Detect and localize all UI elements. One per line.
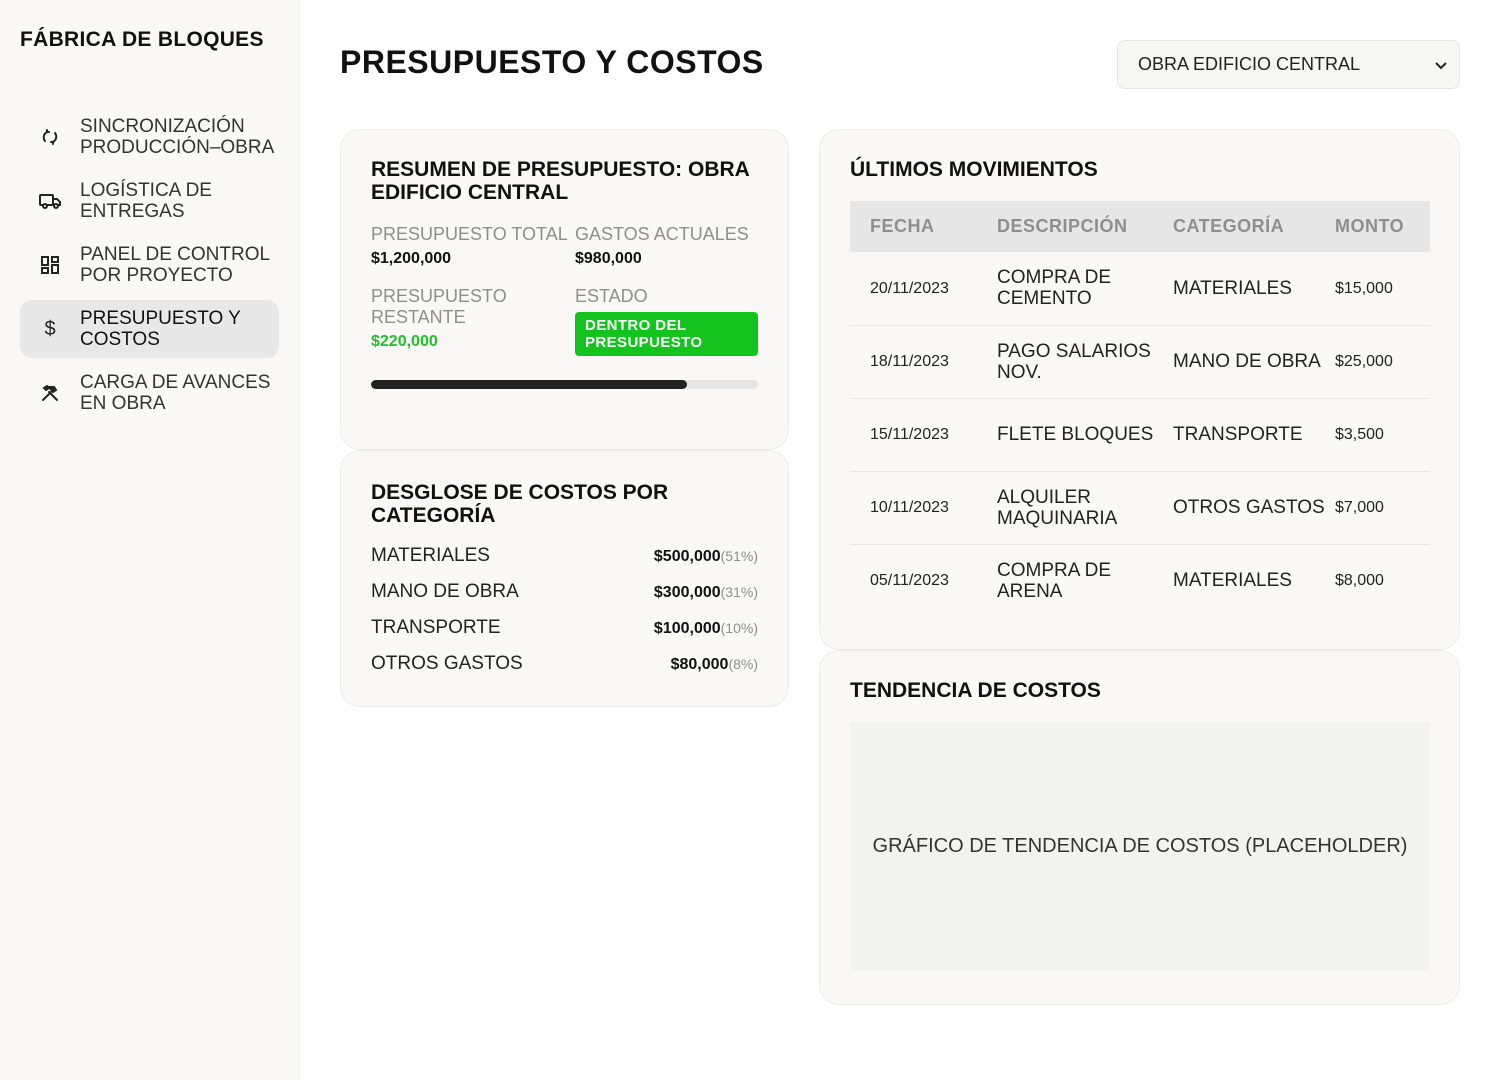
category-amount: $100,000 [653,620,721,637]
table-row: 05/11/2023 COMPRA DE ARENA MATERIALES $8… [850,544,1430,617]
current-spend: GASTOS ACTUALES $980,000 [575,224,758,268]
category-amount: $300,000 [653,584,721,601]
budget-summary-card: RESUMEN DE PRESUPUESTO: OBRA EDIFICIO CE… [340,129,789,450]
total-budget-label: PRESUPUESTO TOTAL [371,224,568,244]
sidebar-nav: SINCRONIZACIÓN PRODUCCIÓN–OBRA LOGÍSTICA… [20,108,279,428]
recent-movements-title: ÚLTIMOS MOVIMIENTOS [850,158,1098,181]
brand-title: FÁBRICA DE BLOQUES [20,28,264,51]
cell-category: TRANSPORTE [1173,398,1335,472]
sidebar-item-sync[interactable]: SINCRONIZACIÓN PRODUCCIÓN–OBRA [20,108,279,166]
category-name: OTROS GASTOS [371,653,523,674]
cell-description: COMPRA DE CEMENTO [997,252,1173,326]
budget-status: ESTADO DENTRO DEL PRESUPUESTO [575,286,758,356]
cell-amount: $3,500 [1335,398,1430,472]
cost-trend-card: TENDENCIA DE COSTOS GRÁFICO DE TENDENCIA… [819,650,1460,1005]
dollar-icon: $ [44,317,56,340]
column-header-category: CATEGORÍA [1173,201,1335,252]
column-header-date: FECHA [850,201,997,252]
dashboard-icon [20,255,80,275]
list-item: OTROS GASTOS $80,000(8%) [371,653,758,689]
movements-table: FECHA DESCRIPCIÓN CATEGORÍA MONTO 20/11/… [850,201,1430,617]
category-name: TRANSPORTE [371,617,501,638]
current-spend-label: GASTOS ACTUALES [575,224,749,244]
budget-progress-bar [371,380,758,389]
category-percent: (8%) [728,656,758,672]
category-percent: (31%) [720,584,758,600]
sidebar-item-label: PRESUPUESTO Y COSTOS [80,308,241,350]
remaining-budget: PRESUPUESTO RESTANTE $220,000 [371,286,575,356]
cost-breakdown-card: DESGLOSE DE COSTOS POR CATEGORÍA MATERIA… [340,450,789,707]
cell-description: ALQUILER MAQUINARIA [997,471,1173,545]
project-select[interactable]: OBRA EDIFICIO CENTRAL [1117,40,1460,89]
category-percent: (10%) [720,620,758,636]
category-percent: (51%) [720,548,758,564]
remaining-budget-value: $220,000 [371,333,438,350]
table-row: 10/11/2023 ALQUILER MAQUINARIA OTROS GAS… [850,471,1430,545]
list-item: MANO DE OBRA $300,000(31%) [371,581,758,617]
cell-date: 10/11/2023 [850,471,997,545]
cost-breakdown-list: MATERIALES $500,000(51%) MANO DE OBRA $3… [371,545,758,689]
column-header-amount: MONTO [1335,201,1430,252]
budget-status-label: ESTADO [575,286,648,306]
cell-category: MANO DE OBRA [1173,325,1335,399]
list-item: MATERIALES $500,000(51%) [371,545,758,581]
sync-icon [20,127,80,147]
cell-date: 20/11/2023 [850,252,997,326]
total-budget-value: $1,200,000 [371,250,452,267]
cell-amount: $8,000 [1335,572,1384,590]
table-row: 15/11/2023 FLETE BLOQUES TRANSPORTE $3,5… [850,398,1430,472]
recent-movements-card: ÚLTIMOS MOVIMIENTOS FECHA DESCRIPCIÓN CA… [819,129,1460,650]
sidebar-item-label: PANEL DE CONTROL POR PROYECTO [80,244,270,286]
table-header-row: FECHA DESCRIPCIÓN CATEGORÍA MONTO [850,201,1430,252]
list-item: TRANSPORTE $100,000(10%) [371,617,758,653]
table-row: 18/11/2023 PAGO SALARIOS NOV. MANO DE OB… [850,325,1430,399]
sidebar-item-budget[interactable]: $ PRESUPUESTO Y COSTOS [20,300,279,358]
cost-trend-title: TENDENCIA DE COSTOS [850,679,1101,702]
truck-icon [20,191,80,211]
category-amount: $80,000 [670,656,729,673]
cell-amount: $15,000 [1335,252,1430,326]
table-row: 20/11/2023 COMPRA DE CEMENTO MATERIALES … [850,252,1430,326]
sidebar-item-dashboard[interactable]: PANEL DE CONTROL POR PROYECTO [20,236,279,294]
total-budget: PRESUPUESTO TOTAL $1,200,000 [371,224,575,268]
sidebar-item-label: CARGA DE AVANCES EN OBRA [80,372,271,414]
status-badge: DENTRO DEL PRESUPUESTO [575,312,758,356]
cell-date: 18/11/2023 [850,325,997,399]
column-header-description: DESCRIPCIÓN [997,201,1173,252]
cell-date: 15/11/2023 [850,398,997,472]
cell-category: OTROS GASTOS [1173,471,1335,545]
cost-trend-chart-placeholder: GRÁFICO DE TENDENCIA DE COSTOS (PLACEHOL… [850,722,1430,971]
cell-date: 05/11/2023 [870,572,949,590]
category-name: MATERIALES [371,545,490,566]
chevron-down-icon [1435,57,1447,73]
cell-description: COMPRA DE ARENA [997,559,1112,602]
sidebar-item-label: LOGÍSTICA DE ENTREGAS [80,180,212,222]
cell-description: FLETE BLOQUES [997,398,1173,472]
sidebar-item-label: SINCRONIZACIÓN PRODUCCIÓN–OBRA [80,116,275,158]
cell-amount: $25,000 [1335,325,1430,399]
tools-icon [20,383,80,403]
sidebar-item-logistics[interactable]: LOGÍSTICA DE ENTREGAS [20,172,279,230]
cell-amount: $7,000 [1335,471,1430,545]
project-select-value: OBRA EDIFICIO CENTRAL [1138,54,1361,74]
cell-description: PAGO SALARIOS NOV. [997,325,1173,399]
sidebar-item-progress[interactable]: CARGA DE AVANCES EN OBRA [20,364,279,422]
category-name: MANO DE OBRA [371,581,519,602]
remaining-budget-label: PRESUPUESTO RESTANTE [371,286,507,327]
sidebar: FÁBRICA DE BLOQUES SINCRONIZACIÓN PRODUC… [0,0,300,1080]
cost-breakdown-title: DESGLOSE DE COSTOS POR CATEGORÍA [371,481,669,527]
budget-summary-title: RESUMEN DE PRESUPUESTO: OBRA EDIFICIO CE… [371,158,750,204]
budget-progress-fill [371,380,688,389]
page-title: PRESUPUESTO Y COSTOS [340,44,764,80]
current-spend-value: $980,000 [575,250,642,267]
category-amount: $500,000 [653,548,721,565]
cell-category: MATERIALES [1173,570,1292,592]
cell-category: MATERIALES [1173,252,1335,326]
